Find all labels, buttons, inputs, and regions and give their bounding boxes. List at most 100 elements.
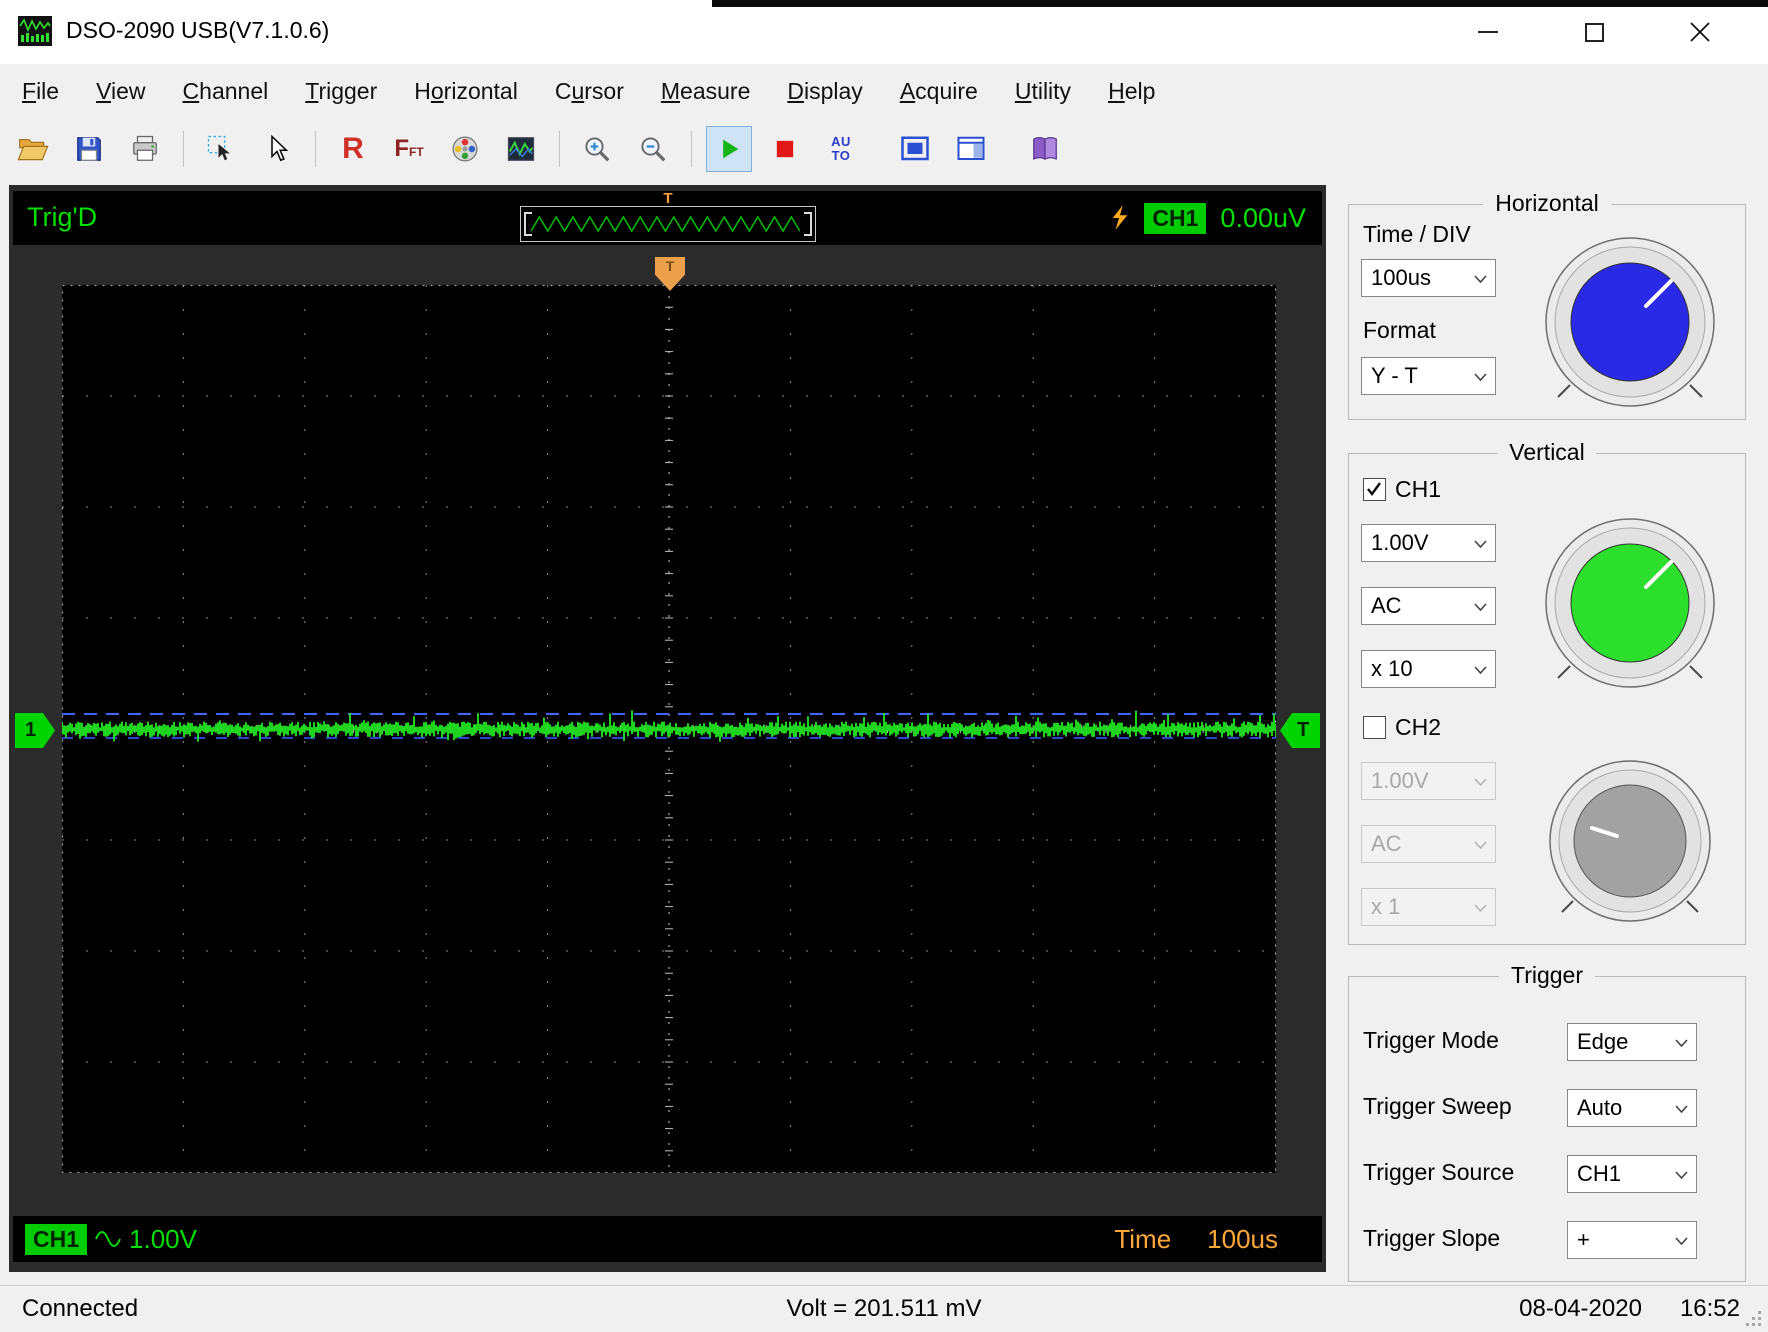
chevron-down-icon xyxy=(1474,373,1487,381)
menu-item-measure[interactable]: Measure xyxy=(647,72,765,111)
time-div-select[interactable]: 100us xyxy=(1361,259,1496,297)
app-icon xyxy=(18,16,52,46)
maximize-button[interactable] xyxy=(1566,8,1622,56)
resize-grip[interactable] xyxy=(1745,1310,1763,1328)
menu-item-horizontal[interactable]: Horizontal xyxy=(400,72,532,111)
trigger-mode-label: Trigger Mode xyxy=(1363,1027,1499,1053)
refresh-r-icon: R xyxy=(342,131,364,165)
print-button[interactable] xyxy=(122,126,168,172)
waveform-trace xyxy=(62,710,1276,742)
panel-layout-icon xyxy=(957,136,985,160)
ch2-coupling-select[interactable]: AC xyxy=(1361,825,1496,863)
trigger-mode-select[interactable]: Edge xyxy=(1567,1023,1697,1061)
fullscreen-button[interactable] xyxy=(892,126,938,172)
ch1-coupling-select[interactable]: AC xyxy=(1361,587,1496,625)
menu-item-utility[interactable]: Utility xyxy=(1001,72,1085,111)
cursor-tool-button[interactable] xyxy=(254,126,300,172)
open-icon xyxy=(17,138,49,160)
trigger-panel-title: Trigger xyxy=(1499,962,1595,989)
ch1-probe-select[interactable]: x 10 xyxy=(1361,650,1496,688)
chevron-down-icon xyxy=(1675,1237,1688,1245)
menu-item-help[interactable]: Help xyxy=(1094,72,1169,111)
select-tool-icon xyxy=(207,135,230,160)
ch2-probe-select[interactable]: x 1 xyxy=(1361,888,1496,926)
chevron-down-icon xyxy=(1474,540,1487,548)
ch1-volts-select[interactable]: 1.00V xyxy=(1361,524,1496,562)
horizontal-position-indicator[interactable]: T xyxy=(520,190,816,242)
trigger-level-readout: 0.00uV xyxy=(1220,202,1306,233)
trigger-status: Trig'D xyxy=(27,202,98,232)
menu-item-cursor[interactable]: Cursor xyxy=(541,72,638,111)
menu-item-view[interactable]: View xyxy=(82,72,159,111)
ch1-readout: CH1 1.00V xyxy=(25,1223,197,1255)
timebase-readout: Time 100us xyxy=(1114,1224,1278,1255)
stop-button[interactable] xyxy=(762,126,808,172)
chevron-down-icon xyxy=(1474,841,1487,849)
trigger-slope-select[interactable]: + xyxy=(1567,1221,1697,1259)
ch1-checkbox[interactable] xyxy=(1363,478,1386,501)
ch2-volts-select[interactable]: 1.00V xyxy=(1361,762,1496,800)
menu-item-file[interactable]: File xyxy=(8,72,73,111)
minimize-button[interactable] xyxy=(1460,8,1516,56)
scope-area: Trig'D T CH1 0.00uV T 1 T CH1 1.00V Time… xyxy=(9,185,1326,1272)
ch2-checkbox-label: CH2 xyxy=(1395,714,1442,740)
ch2-checkbox[interactable] xyxy=(1363,716,1386,739)
help-button[interactable] xyxy=(1022,126,1068,172)
horizontal-panel: Horizontal Time / DIV 100us Format Y - T xyxy=(1348,190,1746,420)
select-tool-button[interactable] xyxy=(198,126,244,172)
time-base-value: 100us xyxy=(1207,1223,1278,1254)
calibration-button[interactable] xyxy=(442,126,488,172)
time-div-knob[interactable] xyxy=(1535,227,1725,417)
open-button[interactable] xyxy=(10,126,56,172)
trigger-source-badge: CH1 xyxy=(1144,202,1207,234)
cursor-icon xyxy=(271,134,289,161)
trigger-slope-label: Trigger Slope xyxy=(1363,1225,1501,1251)
start-icon xyxy=(723,139,739,158)
measurement-readout: Volt = 201.511 mV xyxy=(786,1295,982,1322)
menu-item-channel[interactable]: Channel xyxy=(169,72,283,111)
trigger-level-marker[interactable]: T xyxy=(1280,713,1320,748)
background-artifact xyxy=(712,0,1768,7)
menu-item-display[interactable]: Display xyxy=(773,72,876,111)
minimize-icon xyxy=(1478,31,1498,33)
close-button[interactable] xyxy=(1672,8,1728,56)
trigger-source-select[interactable]: CH1 xyxy=(1567,1155,1697,1193)
vertical-panel: Vertical CH1 1.00V AC x 10 CH2 1.00V AC … xyxy=(1348,439,1746,945)
ac-coupling-icon xyxy=(95,1231,121,1247)
indicator-waveform xyxy=(530,215,801,233)
save-button[interactable] xyxy=(66,126,112,172)
auto-setup-icon: AU TO xyxy=(831,133,851,163)
bracket-mark xyxy=(524,212,532,236)
menu-item-trigger[interactable]: Trigger xyxy=(291,72,391,111)
format-select[interactable]: Y - T xyxy=(1361,357,1496,395)
auto-setup-button[interactable]: AU TO xyxy=(818,126,864,172)
fft-button[interactable]: FFT xyxy=(386,126,432,172)
zoom-out-button[interactable] xyxy=(630,126,676,172)
trigger-sweep-select[interactable]: Auto xyxy=(1567,1089,1697,1127)
zoom-in-button[interactable] xyxy=(574,126,620,172)
chevron-down-icon xyxy=(1474,904,1487,912)
fft-icon: FFT xyxy=(394,134,424,162)
ch1-checkbox-label: CH1 xyxy=(1395,476,1442,502)
panel-layout-button[interactable] xyxy=(948,126,994,172)
menu-item-acquire[interactable]: Acquire xyxy=(886,72,992,111)
waveform-display-button[interactable] xyxy=(498,126,544,172)
close-icon xyxy=(1690,22,1710,42)
time-base-label: Time xyxy=(1114,1223,1172,1254)
calibration-icon xyxy=(452,136,478,161)
chevron-down-icon xyxy=(1474,666,1487,674)
refresh-button[interactable]: R xyxy=(330,126,376,172)
maximize-icon xyxy=(1584,22,1604,42)
ch2-volts-knob[interactable] xyxy=(1540,751,1720,931)
fullscreen-icon xyxy=(901,136,929,160)
zoom-out-icon xyxy=(641,136,666,161)
ch1-level-marker[interactable]: 1 xyxy=(15,713,55,748)
chevron-down-icon xyxy=(1474,603,1487,611)
ch1-volts-knob[interactable] xyxy=(1535,508,1725,698)
print-icon xyxy=(133,135,157,161)
toolbar-separator xyxy=(183,130,184,167)
horizontal-panel-title: Horizontal xyxy=(1483,190,1611,217)
start-button[interactable] xyxy=(706,125,752,172)
scope-top-bar: Trig'D T CH1 0.00uV xyxy=(13,190,1322,245)
time-div-label: Time / DIV xyxy=(1363,221,1471,247)
